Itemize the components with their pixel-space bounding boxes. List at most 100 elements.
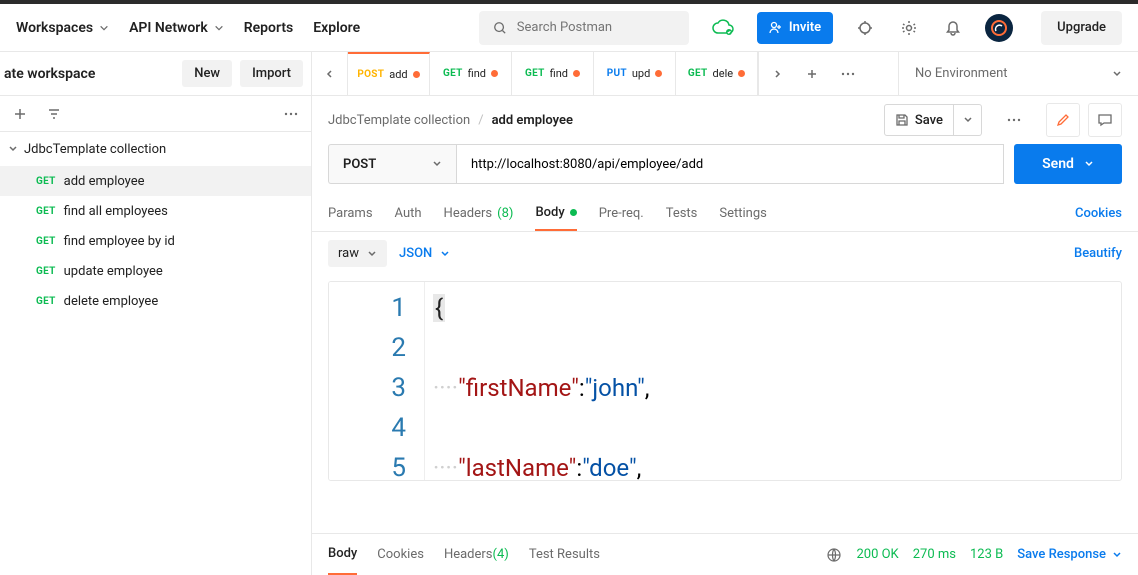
body-type-select[interactable]: raw (328, 240, 387, 267)
app-header: Workspaces API Network Reports Explore I… (0, 4, 1138, 52)
method-badge: GET (36, 296, 56, 307)
tab-headers[interactable]: Headers (8) (444, 196, 514, 231)
search-input[interactable] (517, 20, 675, 35)
save-dropdown[interactable] (954, 104, 982, 136)
resp-tab-headers[interactable]: Headers (4) (444, 534, 509, 575)
tabs-row: POSTaddGETfindGETfindPUTupdGETdele No En… (312, 52, 1138, 96)
chevron-down-icon (367, 249, 377, 259)
tab-label: find (550, 67, 568, 80)
request-label: find employee by id (64, 234, 175, 249)
request-label: update employee (64, 264, 163, 279)
globe-icon (826, 547, 842, 563)
method-badge: GET (688, 68, 708, 79)
breadcrumb-sep: / (478, 113, 483, 128)
nav-workspaces[interactable]: Workspaces (16, 20, 109, 36)
workspace-name: ate workspace (0, 66, 174, 82)
resp-tab-test[interactable]: Test Results (529, 534, 600, 575)
send-button[interactable]: Send (1014, 144, 1122, 184)
nav-api-network[interactable]: API Network (129, 20, 224, 36)
modified-dot-icon (491, 70, 498, 77)
search-box[interactable] (479, 11, 689, 45)
request-label: delete employee (64, 294, 159, 309)
save-response-button[interactable]: Save Response (1017, 547, 1122, 562)
tab-add[interactable] (794, 52, 830, 95)
request-label: add employee (64, 174, 145, 189)
comment-icon[interactable] (1088, 103, 1122, 137)
save-button[interactable]: Save (884, 104, 954, 136)
new-button[interactable]: New (182, 60, 232, 87)
resp-tab-cookies[interactable]: Cookies (377, 534, 424, 575)
sidebar-request-item[interactable]: GETadd employee (0, 166, 311, 196)
invite-label: Invite (789, 20, 821, 35)
sync-icon[interactable] (709, 14, 737, 42)
more-actions-icon[interactable] (1002, 108, 1026, 132)
sidebar-request-item[interactable]: GETfind employee by id (0, 226, 311, 256)
filter-icon[interactable] (42, 102, 66, 126)
tab-prereq[interactable]: Pre-req. (599, 196, 644, 231)
modified-dot-icon (655, 70, 662, 77)
request-tab[interactable]: PUTupd (594, 52, 676, 95)
resp-tab-body[interactable]: Body (328, 534, 357, 575)
method-value: POST (343, 157, 376, 172)
body-format-select[interactable]: JSON (399, 246, 450, 261)
beautify-button[interactable]: Beautify (1074, 246, 1122, 261)
url-input[interactable] (456, 144, 1004, 184)
breadcrumb-request: add employee (492, 113, 573, 128)
tab-auth[interactable]: Auth (395, 196, 422, 231)
resp-time: 270 ms (913, 547, 956, 562)
editor-gutter: 12345 (329, 282, 425, 480)
request-tab[interactable]: GETfind (430, 52, 512, 95)
request-tab[interactable]: POSTadd (348, 52, 430, 95)
modified-dot-icon (738, 70, 745, 77)
response-tabs: Body Cookies Headers (4) Test Results 20… (312, 533, 1138, 575)
chevron-down-icon (214, 23, 224, 33)
tab-settings[interactable]: Settings (719, 196, 766, 231)
chevron-down-icon (440, 249, 450, 259)
edit-icon[interactable] (1046, 103, 1080, 137)
tab-next[interactable] (758, 52, 794, 95)
modified-dot-icon (573, 70, 580, 77)
nav-reports[interactable]: Reports (244, 20, 294, 36)
modified-dot-icon (413, 71, 420, 78)
tab-body[interactable]: Body (535, 196, 576, 231)
nav-reports-label: Reports (244, 20, 294, 36)
body-editor[interactable]: 12345 { ····"firstName":"john", ····"las… (328, 281, 1122, 481)
modified-dot-icon (570, 209, 577, 216)
resp-status: 200 OK (856, 547, 898, 562)
tab-tests[interactable]: Tests (666, 196, 698, 231)
request-subtabs: Params Auth Headers (8) Body Pre-req. Te… (312, 196, 1138, 232)
sidebar: ate workspace New Import JdbcTemplate co… (0, 52, 312, 575)
sidebar-request-item[interactable]: GETupdate employee (0, 256, 311, 286)
sidebar-request-item[interactable]: GET find all employees (0, 196, 311, 226)
collection-header[interactable]: JdbcTemplate collection (0, 132, 311, 166)
request-label: find all employees (64, 204, 168, 219)
method-badge: GET (36, 206, 56, 217)
cookies-link[interactable]: Cookies (1075, 196, 1122, 231)
editor-code[interactable]: { ····"firstName":"john", ····"lastName"… (425, 282, 739, 480)
request-tab[interactable]: GETfind (512, 52, 594, 95)
environment-select[interactable]: No Environment (898, 52, 1138, 95)
sidebar-request-item[interactable]: GET delete employee (0, 286, 311, 316)
tab-prev[interactable] (312, 52, 348, 95)
method-select[interactable]: POST (328, 144, 456, 184)
nav-explore[interactable]: Explore (313, 20, 360, 36)
gear-icon[interactable] (897, 16, 921, 40)
avatar[interactable] (985, 14, 1013, 42)
chevron-down-icon (1112, 550, 1122, 560)
capture-icon[interactable] (853, 16, 877, 40)
resp-size: 123 B (970, 547, 1003, 562)
plus-icon[interactable] (8, 102, 32, 126)
import-button[interactable]: Import (240, 60, 303, 87)
search-icon (493, 20, 507, 36)
chevron-down-icon (8, 144, 18, 154)
invite-button[interactable]: Invite (757, 12, 833, 44)
upgrade-button[interactable]: Upgrade (1041, 11, 1122, 45)
tab-more-icon[interactable] (830, 52, 866, 95)
request-tab[interactable]: GETdele (676, 52, 758, 95)
more-icon[interactable] (279, 102, 303, 126)
method-badge: PUT (607, 68, 627, 79)
send-label: Send (1042, 156, 1074, 172)
breadcrumb-collection[interactable]: JdbcTemplate collection (328, 113, 470, 128)
bell-icon[interactable] (941, 16, 965, 40)
tab-params[interactable]: Params (328, 196, 373, 231)
